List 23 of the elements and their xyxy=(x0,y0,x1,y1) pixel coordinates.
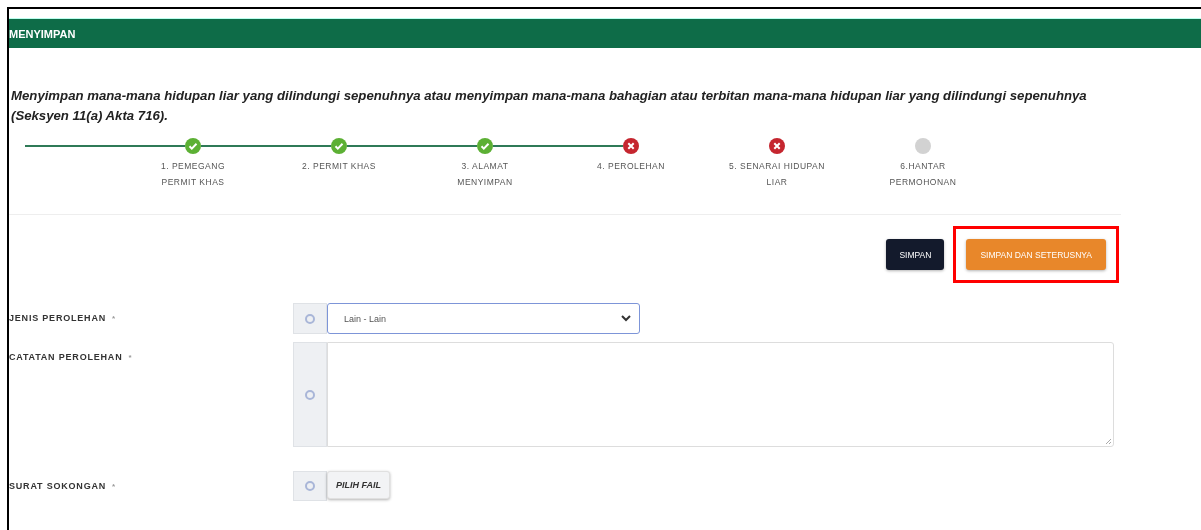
required-mark: * xyxy=(128,353,133,362)
select-field[interactable]: Lain - Lain xyxy=(327,303,640,334)
required-mark: * xyxy=(112,482,116,491)
info-circle-icon xyxy=(305,481,315,491)
header-title: MENYIMPAN xyxy=(9,27,76,40)
info-circle-icon xyxy=(305,313,315,324)
step-label[interactable]: 6.HANTAR PERMOHONAN xyxy=(875,158,971,190)
field-label: SURAT SOKONGAN xyxy=(9,481,107,491)
chevron-down-icon xyxy=(621,315,631,322)
textarea-field[interactable] xyxy=(327,342,1114,447)
choose-file-button[interactable]: PILIH FAIL xyxy=(327,471,390,499)
step-label[interactable]: 5. SENARAI HIDUPAN LIAR xyxy=(729,158,825,190)
step-label[interactable]: 2. PERMIT KHAS xyxy=(291,158,387,174)
step-label[interactable]: 4. PEROLEHAN xyxy=(583,158,679,174)
save-button[interactable]: SIMPAN xyxy=(886,239,945,270)
field-label: CATATAN PEROLEHAN xyxy=(9,352,123,362)
step-label[interactable]: 3. ALAMAT MENYIMPAN xyxy=(437,158,533,190)
description-text: Menyimpan mana-mana hidupan liar yang dilindungi sepenuhnya atau menyimpan mana-mana bahagian atau terbitan mana-mana hidupan liar yang dilindungi sepenuhnya (Seksyen 11(a) Akta 716). xyxy=(11,87,1088,125)
info-circle-icon xyxy=(305,389,315,400)
field-label: JENIS PEROLEHAN xyxy=(9,313,107,323)
resize-grip-icon xyxy=(1105,438,1112,445)
step-label[interactable]: 1. PEMEGANG PERMIT KHAS xyxy=(145,158,241,190)
required-mark: * xyxy=(112,314,116,323)
